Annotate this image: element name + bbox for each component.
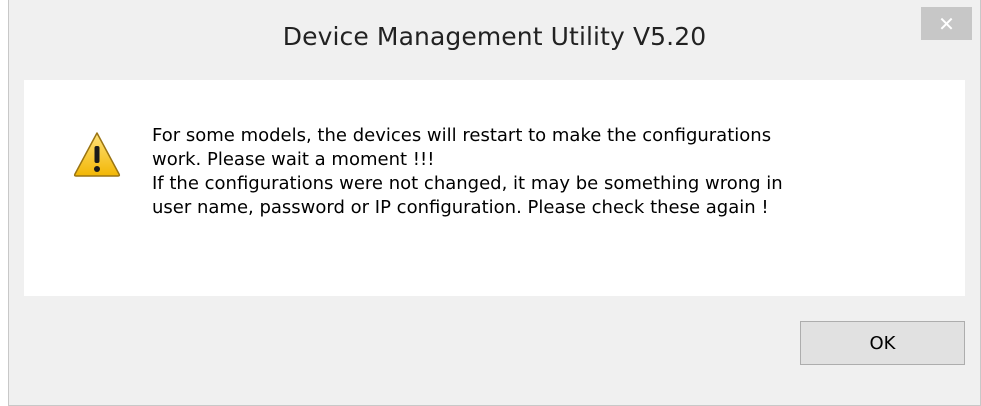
message-dialog: Device Management Utility V5.20 ✕ For so… bbox=[8, 0, 981, 406]
close-button[interactable]: ✕ bbox=[921, 7, 972, 40]
message-paragraph-check: If the configurations were not changed, … bbox=[152, 173, 783, 218]
warning-icon bbox=[73, 132, 121, 177]
message-area: For some models, the devices will restar… bbox=[24, 80, 965, 296]
message-text: For some models, the devices will restar… bbox=[152, 124, 932, 220]
close-icon: ✕ bbox=[938, 11, 955, 36]
title-bar[interactable]: Device Management Utility V5.20 ✕ bbox=[9, 0, 980, 80]
message-paragraph-restart: For some models, the devices will restar… bbox=[152, 125, 772, 170]
dialog-title: Device Management Utility V5.20 bbox=[282, 22, 707, 51]
ok-button[interactable]: OK bbox=[800, 321, 965, 365]
button-bar: OK bbox=[24, 296, 965, 390]
